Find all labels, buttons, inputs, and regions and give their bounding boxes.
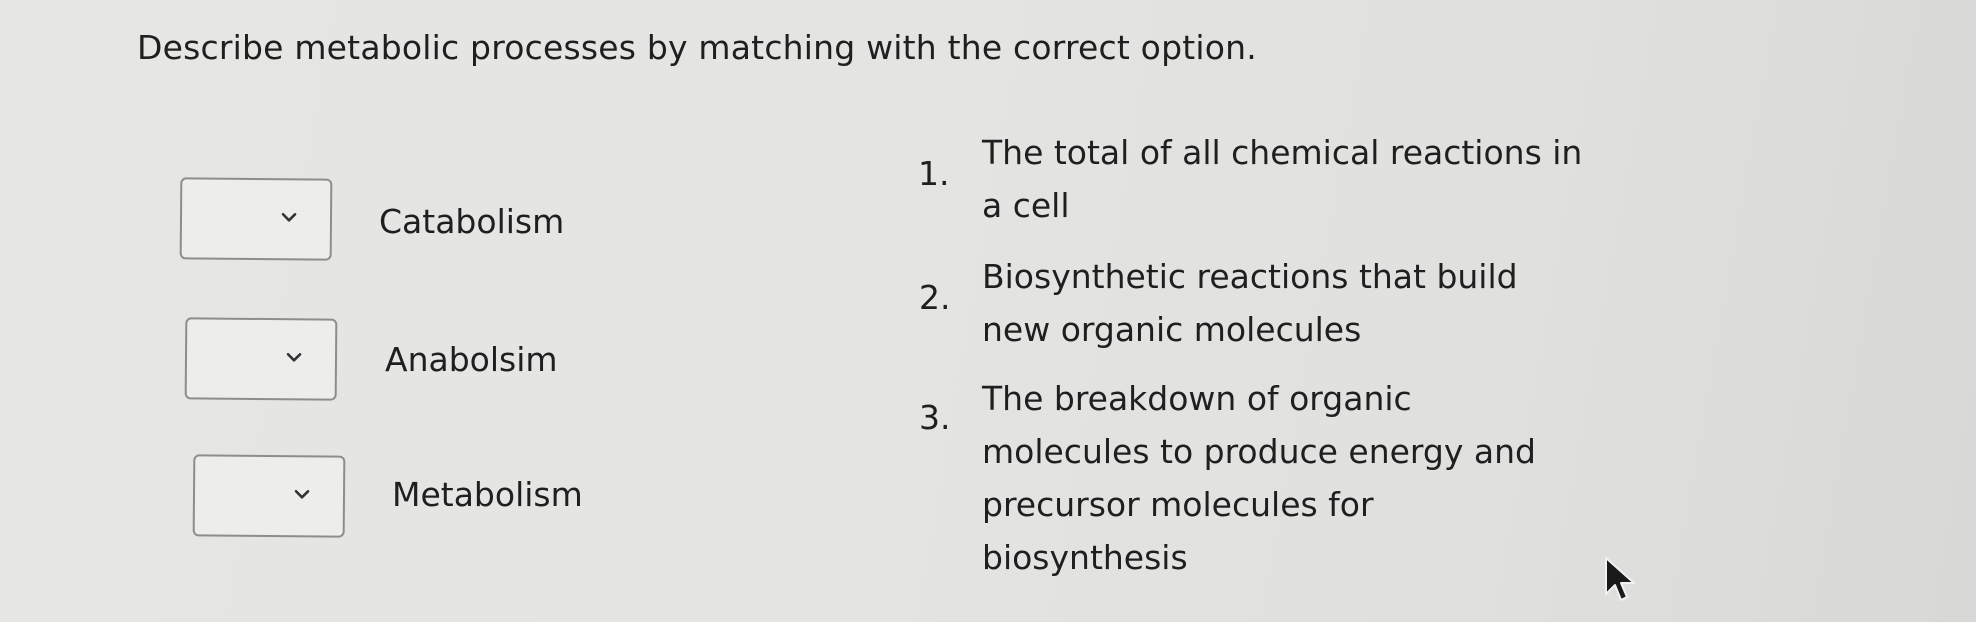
chevron-down-icon xyxy=(286,352,302,362)
option-text: The total of all chemical reactions in a… xyxy=(982,126,1582,232)
option-text: Biosynthetic reactions that build new or… xyxy=(982,250,1518,356)
option-line: The breakdown of organic xyxy=(982,379,1412,418)
mouse-pointer-icon xyxy=(1605,557,1635,601)
chevron-down-icon xyxy=(294,489,310,499)
term-label: Catabolism xyxy=(379,202,565,241)
option-text: The breakdown of organic molecules to pr… xyxy=(982,372,1536,584)
term-label: Metabolism xyxy=(392,475,583,514)
term-label: Anabolsim xyxy=(385,340,558,379)
match-dropdown-anabolsim[interactable] xyxy=(184,317,338,401)
option-line: biosynthesis xyxy=(982,538,1188,577)
option-line: new organic molecules xyxy=(982,310,1362,349)
option-line: precursor molecules for xyxy=(982,485,1374,524)
chevron-down-icon xyxy=(281,212,297,222)
option-number: 3. xyxy=(919,398,951,437)
option-number: 2. xyxy=(919,278,951,317)
option-line: Biosynthetic reactions that build xyxy=(982,257,1518,296)
option-line: a cell xyxy=(982,186,1070,225)
option-line: The total of all chemical reactions in xyxy=(982,133,1583,172)
match-dropdown-metabolism[interactable] xyxy=(192,454,346,538)
option-number: 1. xyxy=(918,154,950,193)
question-text: Describe metabolic processes by matching… xyxy=(137,28,1257,67)
option-line: molecules to produce energy and xyxy=(982,432,1536,471)
match-dropdown-catabolism[interactable] xyxy=(179,177,333,261)
